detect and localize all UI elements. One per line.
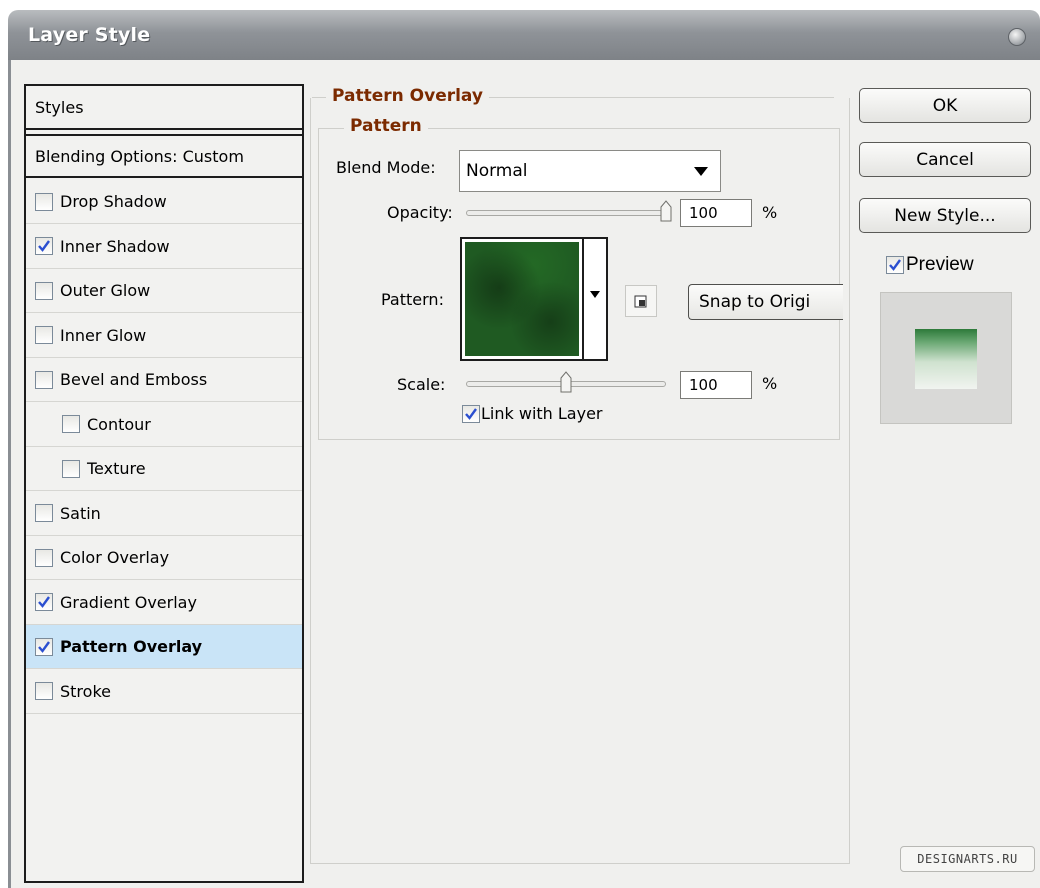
style-checkbox[interactable] [35,370,53,389]
pattern-swatch [465,242,579,356]
checkmark-icon [38,240,50,252]
style-checkbox[interactable] [62,415,80,433]
blending-options-label: Blending Options: Custom [35,146,244,166]
ok-label: OK [932,95,958,116]
preview-label: Preview [906,254,974,275]
scale-slider-thumb[interactable] [560,371,572,393]
new-preset-button[interactable] [625,285,657,317]
chevron-down-icon [694,167,708,176]
style-checkbox[interactable] [35,637,53,656]
style-item-label: Color Overlay [60,548,170,567]
pattern-picker[interactable] [460,237,608,361]
style-item-label: Pattern Overlay [60,637,203,656]
cancel-label: Cancel [916,149,974,170]
style-item-label: Drop Shadow [60,192,167,211]
style-item-pattern-overlay[interactable]: Pattern Overlay [26,625,302,669]
styles-header[interactable]: Styles [26,86,302,130]
blend-mode-value: Normal [466,161,528,181]
opacity-slider[interactable] [466,210,666,216]
checkmark-icon [38,596,50,608]
style-checkbox[interactable] [62,459,80,478]
style-item-label: Contour [87,414,151,434]
style-checkbox[interactable] [35,326,53,344]
style-item-label: Stroke [60,681,111,701]
checkmark-icon [889,259,901,271]
scale-label: Scale: [397,375,446,394]
style-item-bevel-and-emboss[interactable]: Bevel and Emboss [26,358,302,402]
style-item-label: Gradient Overlay [60,592,197,612]
snap-to-origin-button[interactable]: Snap to Origi [688,284,843,320]
style-checkbox[interactable] [35,237,53,255]
opacity-input[interactable]: 100 [680,199,752,227]
style-item-drop-shadow[interactable]: Drop Shadow [26,180,302,224]
checkmark-icon [465,407,477,420]
style-checkbox[interactable] [35,593,53,611]
style-item-satin[interactable]: Satin [26,492,302,536]
chevron-down-icon [590,291,600,298]
style-preview [880,292,1012,424]
style-checkbox[interactable] [35,192,53,211]
link-with-layer-checkbox[interactable] [462,404,480,423]
style-item-label: Bevel and Emboss [60,370,208,389]
style-checkbox[interactable] [35,281,53,300]
checkmark-icon [38,640,50,653]
ok-button[interactable]: OK [859,88,1031,123]
link-with-layer-label: Link with Layer [481,404,603,423]
opacity-unit: % [762,203,778,222]
link-with-layer-row[interactable]: Link with Layer [462,404,603,423]
title-bar[interactable]: Layer Style [8,10,1040,60]
swatch-divider [582,239,584,359]
style-item-texture[interactable]: Texture [26,447,302,491]
layer-style-dialog: Layer Style Styles Blending Options: Cus… [0,0,1040,888]
pattern-label: Pattern: [381,290,444,309]
opacity-label: Opacity: [387,203,453,222]
window-control-icon[interactable] [1008,28,1026,46]
blend-mode-label: Blend Mode: [336,158,436,177]
style-checkbox[interactable] [35,548,53,567]
cancel-button[interactable]: Cancel [859,142,1031,177]
snap-to-origin-label: Snap to Origi [699,292,811,312]
watermark-logo: DESIGNARTS.RU [900,846,1035,872]
preview-checkbox[interactable] [886,256,904,274]
styles-header-label: Styles [35,97,84,117]
style-item-label: Texture [87,459,146,478]
style-item-color-overlay[interactable]: Color Overlay [26,536,302,580]
window-title: Layer Style [28,24,151,46]
blend-mode-select[interactable]: Normal [459,150,721,192]
style-item-contour[interactable]: Contour [26,403,302,447]
scale-input[interactable]: 100 [680,371,752,399]
new-style-button[interactable]: New Style... [859,198,1031,233]
opacity-slider-thumb[interactable] [660,200,672,222]
blending-options-item[interactable]: Blending Options: Custom [26,134,302,178]
new-pattern-icon [634,295,647,308]
new-style-label: New Style... [894,205,996,226]
style-item-label: Satin [60,503,101,523]
style-item-gradient-overlay[interactable]: Gradient Overlay [26,581,302,625]
style-item-label: Inner Shadow [60,236,170,256]
style-item-inner-shadow[interactable]: Inner Shadow [26,225,302,269]
style-checkbox[interactable] [35,682,53,700]
styles-list: Styles Blending Options: Custom Drop Sha… [24,84,304,883]
style-item-label: Inner Glow [60,325,147,345]
preview-thumbnail [915,329,977,389]
style-item-inner-glow[interactable]: Inner Glow [26,314,302,358]
scale-unit: % [762,374,778,393]
style-item-outer-glow[interactable]: Outer Glow [26,269,302,313]
style-item-label: Outer Glow [60,281,151,300]
style-checkbox[interactable] [35,504,53,522]
preview-toggle[interactable]: Preview [886,254,974,276]
style-item-stroke[interactable]: Stroke [26,670,302,714]
